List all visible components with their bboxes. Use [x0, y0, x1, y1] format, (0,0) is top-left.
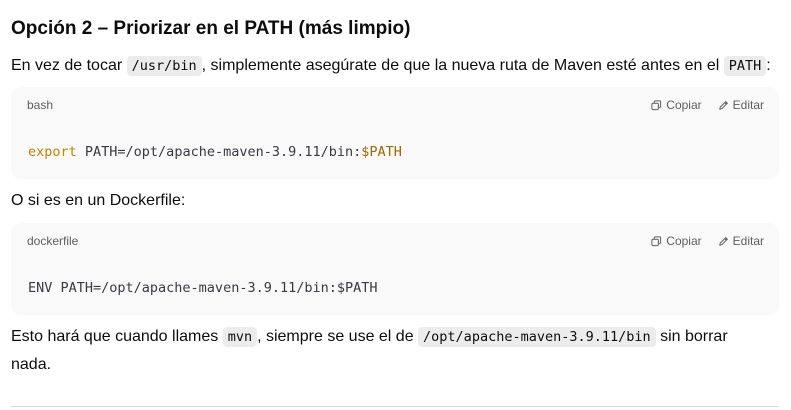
- text: , simplemente asegúrate de que la nueva …: [201, 57, 724, 74]
- paragraph-intro: En vez de tocar /usr/bin, simplemente as…: [11, 52, 771, 80]
- code-line: export PATH=/opt/apache-maven-3.9.11/bin…: [28, 143, 402, 161]
- code-keyword: export: [28, 144, 77, 160]
- copy-label: Copiar: [666, 98, 702, 112]
- code-variable: $PATH: [361, 144, 402, 160]
- code-language-label: bash: [27, 98, 54, 112]
- copy-label: Copiar: [666, 234, 702, 248]
- inline-code-maven-bin: /opt/apache-maven-3.9.11/bin: [418, 327, 656, 347]
- edit-label: Editar: [732, 234, 764, 248]
- text: :: [766, 57, 771, 74]
- copy-icon: [651, 99, 662, 110]
- text: Esto hará que cuando llames: [11, 328, 223, 345]
- paragraph-explanation: Esto hará que cuando llames mvn, siempre…: [11, 323, 751, 379]
- text: En vez de tocar: [11, 57, 127, 74]
- edit-button[interactable]: Editar: [718, 233, 764, 249]
- code-block-dockerfile: dockerfile Copiar Editar ENV PATH=/opt/a…: [11, 223, 779, 315]
- inline-code-path: PATH: [723, 56, 767, 76]
- copy-icon: [651, 235, 662, 246]
- edit-label: Editar: [732, 98, 764, 112]
- text: , siempre se use el de: [257, 328, 419, 345]
- section-divider: [11, 406, 779, 407]
- copy-button[interactable]: Copiar: [651, 233, 702, 249]
- code-block-actions: Copiar Editar: [651, 233, 764, 249]
- code-block-bash: bash Copiar Editar export PATH=/opt/apac…: [11, 87, 779, 179]
- code-block-actions: Copiar Editar: [651, 97, 764, 113]
- edit-icon: [718, 236, 728, 246]
- edit-button[interactable]: Editar: [718, 97, 764, 113]
- copy-button[interactable]: Copiar: [651, 97, 702, 113]
- code-text: PATH=/opt/apache-maven-3.9.11/bin:: [76, 144, 362, 160]
- inline-code-mvn: mvn: [222, 327, 258, 347]
- code-language-label: dockerfile: [27, 234, 79, 248]
- section-heading: Opción 2 – Priorizar en el PATH (más lim…: [11, 18, 411, 39]
- inline-code-usr-bin: /usr/bin: [126, 56, 202, 76]
- code-line: ENV PATH=/opt/apache-maven-3.9.11/bin:$P…: [28, 280, 378, 296]
- edit-icon: [718, 100, 728, 110]
- paragraph-dockerfile: O si es en un Dockerfile:: [11, 192, 186, 209]
